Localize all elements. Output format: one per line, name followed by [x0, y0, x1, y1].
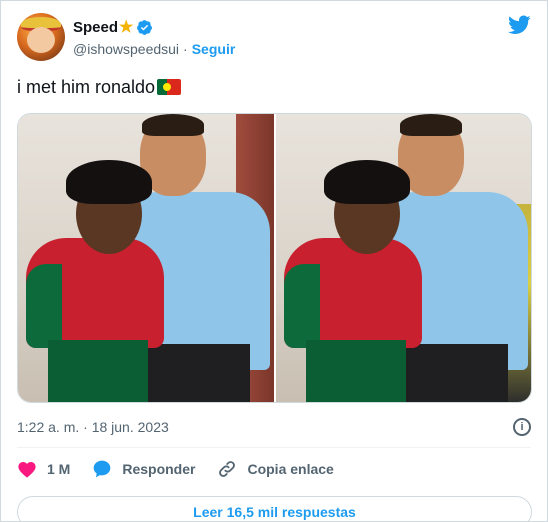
- portugal-flag-icon: [157, 79, 182, 95]
- media-grid: [17, 113, 532, 403]
- person-hair-2: [66, 160, 152, 204]
- person-green-shorts: [305, 340, 406, 402]
- reply-label: Responder: [122, 461, 196, 477]
- tweet-header: Speed ★ @ishowspeedsui · Seguir: [17, 11, 531, 63]
- copy-link-label: Copia enlace: [247, 461, 334, 477]
- handle[interactable]: @ishowspeedsui: [73, 41, 179, 57]
- reply-bubble-icon: [94, 460, 111, 478]
- person-dark-pants: [140, 344, 250, 402]
- tweet-text: i met him ronaldo: [17, 75, 531, 99]
- jersey-green-sleeve: [283, 264, 320, 348]
- photo-left[interactable]: [18, 114, 274, 402]
- info-icon[interactable]: i: [513, 418, 531, 436]
- twitter-bird-icon[interactable]: [508, 15, 531, 35]
- tweet-meta: 1:22 a. m. · 18 jun. 2023 i: [17, 417, 531, 437]
- reply-button[interactable]: Responder: [92, 459, 195, 479]
- tweet-card: Speed ★ @ishowspeedsui · Seguir i met hi…: [0, 0, 548, 522]
- copy-link-button[interactable]: Copia enlace: [217, 459, 334, 479]
- person-hair: [142, 114, 204, 136]
- like-count: 1 M: [47, 461, 71, 477]
- person-hair: [399, 114, 462, 136]
- handle-row: @ishowspeedsui · Seguir: [73, 41, 235, 57]
- separator-dot: ·: [183, 41, 188, 57]
- follow-button[interactable]: Seguir: [192, 41, 236, 57]
- read-replies-button[interactable]: Leer 16,5 mil respuestas: [17, 496, 532, 522]
- link-icon: [219, 461, 236, 477]
- star-icon: ★: [119, 19, 134, 36]
- photo-right[interactable]: [275, 114, 531, 402]
- user-info: Speed ★ @ishowspeedsui · Seguir: [73, 17, 235, 58]
- action-bar: 1 M Responder Copia enlace: [17, 448, 531, 490]
- avatar-face: [27, 27, 55, 53]
- person-green-shorts: [48, 340, 148, 402]
- heart-icon: [18, 462, 36, 478]
- person-hair-2: [323, 160, 410, 204]
- person-dark-pants: [397, 344, 508, 402]
- timestamp[interactable]: 1:22 a. m. · 18 jun. 2023: [17, 419, 169, 435]
- avatar[interactable]: [17, 13, 65, 61]
- like-button[interactable]: 1 M: [17, 460, 70, 478]
- name-row: Speed ★: [73, 17, 235, 37]
- tweet-body: i met him ronaldo: [17, 76, 156, 97]
- display-name[interactable]: Speed: [73, 19, 118, 36]
- verified-badge-icon: [137, 19, 153, 35]
- jersey-green-sleeve: [26, 264, 62, 348]
